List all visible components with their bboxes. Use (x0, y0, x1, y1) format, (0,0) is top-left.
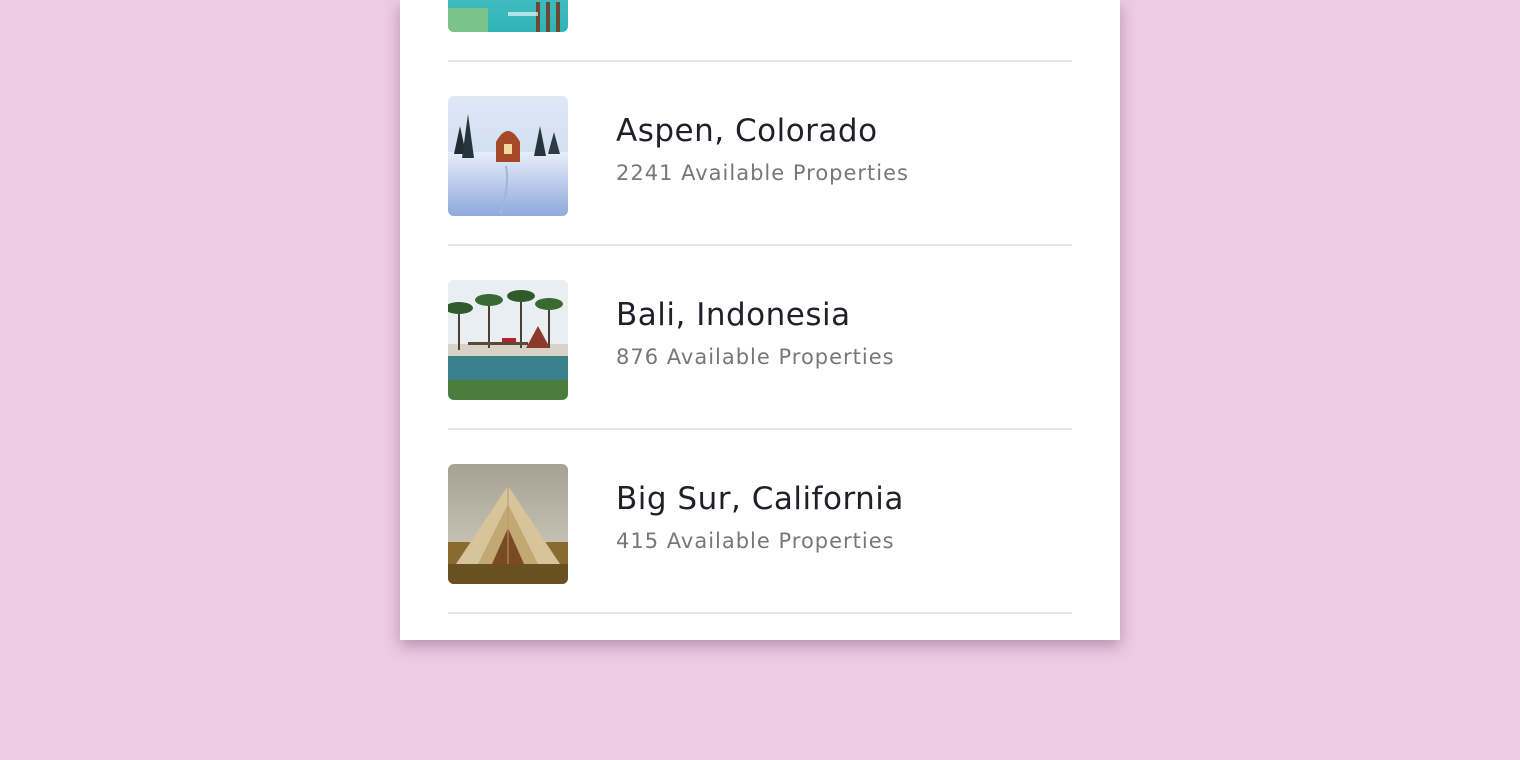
destination-list-item[interactable]: Big Sur, California 415 Available Proper… (448, 430, 1072, 614)
destination-name: Aspen, Colorado (616, 113, 878, 149)
destination-property-count: 2241 Available Properties (616, 161, 909, 185)
destination-list-item[interactable]: Aspen, Colorado 2241 Available Propertie… (448, 62, 1072, 246)
lagoon-overwater-image (448, 0, 568, 32)
snow-cabin-image (448, 96, 568, 216)
destination-name: Big Sur, California (616, 481, 904, 517)
destination-list-item[interactable]: Bali, Indonesia 876 Available Properties (448, 246, 1072, 430)
destination-name: Bali, Indonesia (616, 297, 851, 333)
beach-pool-resort-image (448, 280, 568, 400)
destination-property-count: 415 Available Properties (616, 529, 895, 553)
destination-property-count: 876 Available Properties (616, 345, 895, 369)
destination-list-item[interactable] (448, 0, 1072, 62)
glamping-tent-image (448, 464, 568, 584)
destination-list-card: Aspen, Colorado 2241 Available Propertie… (400, 0, 1120, 640)
